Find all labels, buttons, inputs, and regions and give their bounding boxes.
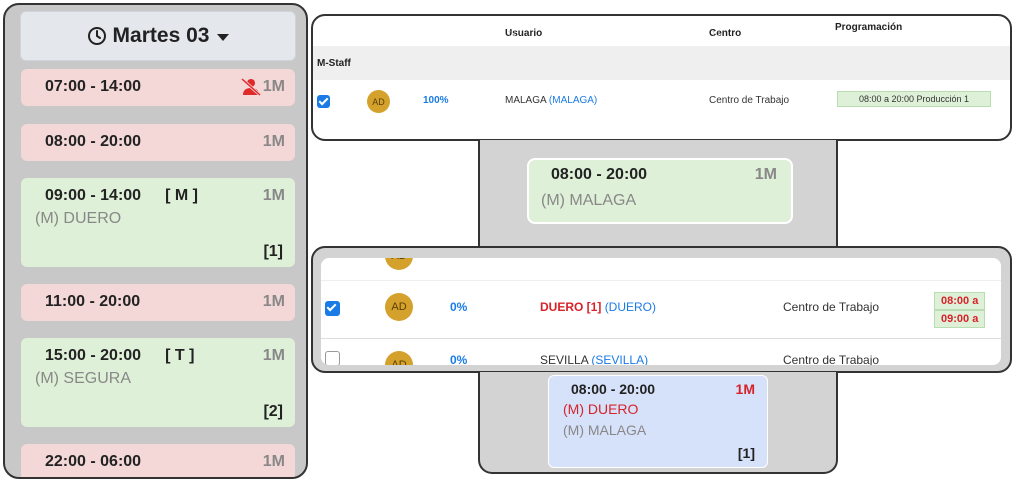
card-place: (M) MALAGA [541,192,637,209]
shift-slot[interactable]: 22:00 - 06:00 1M [21,444,295,477]
card-badge: [1] [737,445,755,461]
user-link[interactable]: (SEVILLA) [591,353,648,365]
slot-shift: [ M ] [165,187,198,204]
user-cell[interactable]: DUERO [1] (DUERO) [540,300,656,314]
row-checkbox[interactable] [317,95,330,108]
table-row[interactable]: AD 100% MALAGA (MALAGA) Centro de Trabaj… [313,80,1010,124]
shift-slot[interactable]: 11:00 - 20:00 1M [21,284,295,321]
slot-time: 11:00 - 20:00 [45,293,141,310]
card-place: (M) MALAGA [563,422,647,438]
percent-value: 100% [423,95,449,106]
group-row: M-Staff [313,46,1010,80]
column-header-programacion[interactable]: Programación [835,22,902,33]
avatar: AD [367,90,390,113]
slot-place: (M) SEGURA [35,370,131,387]
slot-shift: [ T ] [165,347,195,364]
day-label: Martes 03 [112,24,210,47]
staff-table-zoom: AD AD 0% DUERO [1] (DUERO) Centro de Tra… [321,258,1001,365]
shift-slot[interactable]: 07:00 - 14:00 1M [21,69,295,106]
percent-value: 0% [450,300,468,314]
user-link[interactable]: (DUERO) [605,300,656,314]
avatar: AD [385,293,413,321]
user-link[interactable]: (MALAGA) [549,95,597,106]
slot-place: (M) DUERO [35,210,122,227]
table-row[interactable]: AD [321,258,1001,280]
card-place: (M) DUERO [563,401,639,417]
percent-value: 0% [450,353,468,365]
shift-card-preview: 08:00 - 20:00 1M (M) MALAGA [478,140,838,247]
schedule-tag[interactable]: 09:00 a [934,310,986,328]
shift-slot[interactable]: 09:00 - 14:00 [ M ] 1M (M) DUERO [1] [21,178,295,267]
table-row[interactable]: AD 0% DUERO [1] (DUERO) Centro de Trabaj… [321,280,1001,338]
staff-table-zoom-panel: AD AD 0% DUERO [1] (DUERO) Centro de Tra… [311,246,1012,373]
schedule-tag[interactable]: 08:00 a 20:00 Producción 1 [837,91,991,107]
slot-count: 1M [262,78,285,95]
slot-count: 1M [262,133,285,150]
slot-count: 1M [262,347,285,364]
day-selector[interactable]: Martes 03 [20,11,296,61]
avatar: AD [385,258,413,270]
shift-card-preview-blue: 08:00 - 20:00 1M (M) DUERO (M) MALAGA [1… [478,372,838,474]
sort-icon[interactable]: ↑↓ [711,28,721,39]
shift-slot[interactable]: 15:00 - 20:00 [ T ] 1M (M) SEGURA [2] [21,338,295,427]
clock-icon [87,27,106,45]
caret-down-icon [217,33,230,41]
row-checkbox[interactable] [325,301,340,316]
group-label: M-Staff [317,58,351,69]
slot-count: 1M [262,187,285,204]
slot-count: 1M [262,293,285,310]
user-cell[interactable]: SEVILLA (SEVILLA) [540,353,648,365]
user-slash-icon [240,78,261,96]
card-count: 1M [754,166,777,183]
table-row[interactable]: AD 0% SEVILLA (SEVILLA) Centro de Trabaj… [321,338,1001,365]
slot-time: 15:00 - 20:00 [45,347,142,364]
schedule-tag[interactable]: 08:00 a [934,292,986,310]
slot-badge: [2] [263,403,283,420]
shift-card[interactable]: 08:00 - 20:00 1M (M) DUERO (M) MALAGA [1… [548,375,768,468]
day-schedule-panel: Martes 03 07:00 - 14:00 1M 08:00 - 20:00… [3,3,308,479]
centro-cell: Centro de Trabajo [783,353,880,365]
centro-cell: Centro de Trabajo [709,95,790,106]
slot-time: 09:00 - 14:00 [45,187,142,204]
centro-cell: Centro de Trabajo [783,300,880,314]
slot-time: 22:00 - 06:00 [45,453,142,470]
shift-card[interactable]: 08:00 - 20:00 1M (M) MALAGA [527,158,793,224]
slot-badge: [1] [263,243,283,260]
staff-table-panel: Usuario ↑↓ Centro ↑↓ Programación M-Staff … [311,14,1012,141]
slot-count: 1M [262,453,285,470]
table-header: Usuario ↑↓ Centro ↑↓ Programación [505,22,903,39]
sort-icon[interactable]: ↑↓ [507,28,517,39]
slot-time: 08:00 - 20:00 [45,133,142,150]
user-cell[interactable]: MALAGA (MALAGA) [505,95,597,106]
card-time: 08:00 - 20:00 [551,166,648,183]
card-count: 1M [735,381,755,397]
row-checkbox[interactable] [325,351,340,365]
slot-time: 07:00 - 14:00 [45,78,142,95]
card-time: 08:00 - 20:00 [571,381,656,397]
shift-slot[interactable]: 08:00 - 20:00 1M [21,124,295,161]
avatar: AD [385,351,413,365]
